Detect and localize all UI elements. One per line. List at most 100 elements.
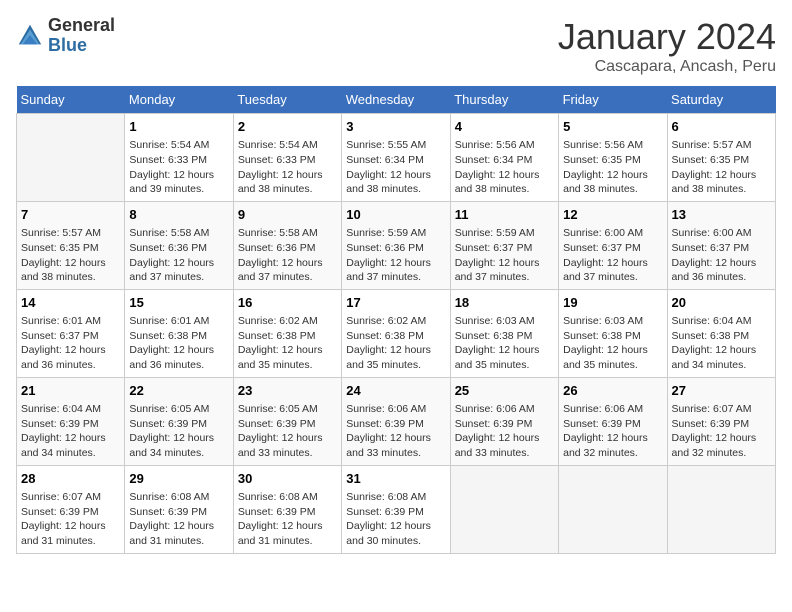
day-info: Sunrise: 6:01 AM [129, 314, 228, 329]
day-info: Daylight: 12 hours [455, 431, 554, 446]
day-info: Daylight: 12 hours [455, 343, 554, 358]
day-number: 22 [129, 382, 228, 400]
day-info: Sunrise: 6:04 AM [21, 402, 120, 417]
day-info: Sunset: 6:36 PM [129, 241, 228, 256]
week-row-1: 1Sunrise: 5:54 AMSunset: 6:33 PMDaylight… [17, 114, 776, 202]
day-info: Sunrise: 5:57 AM [21, 226, 120, 241]
title-block: January 2024 Cascapara, Ancash, Peru [558, 16, 776, 76]
day-info: Daylight: 12 hours [563, 431, 662, 446]
day-number: 18 [455, 294, 554, 312]
day-number: 15 [129, 294, 228, 312]
table-row: 2Sunrise: 5:54 AMSunset: 6:33 PMDaylight… [233, 114, 341, 202]
table-row: 29Sunrise: 6:08 AMSunset: 6:39 PMDayligh… [125, 465, 233, 553]
day-info: and 35 minutes. [346, 358, 445, 373]
table-row: 13Sunrise: 6:00 AMSunset: 6:37 PMDayligh… [667, 201, 775, 289]
day-info: Sunset: 6:38 PM [346, 329, 445, 344]
day-number: 31 [346, 470, 445, 488]
table-row: 6Sunrise: 5:57 AMSunset: 6:35 PMDaylight… [667, 114, 775, 202]
day-info: Sunset: 6:39 PM [346, 417, 445, 432]
table-row: 3Sunrise: 5:55 AMSunset: 6:34 PMDaylight… [342, 114, 450, 202]
day-info: Daylight: 12 hours [455, 256, 554, 271]
day-info: and 37 minutes. [129, 270, 228, 285]
day-info: Sunset: 6:34 PM [455, 153, 554, 168]
day-info: Sunset: 6:35 PM [21, 241, 120, 256]
day-info: and 37 minutes. [563, 270, 662, 285]
table-row: 12Sunrise: 6:00 AMSunset: 6:37 PMDayligh… [559, 201, 667, 289]
table-row: 10Sunrise: 5:59 AMSunset: 6:36 PMDayligh… [342, 201, 450, 289]
table-row: 27Sunrise: 6:07 AMSunset: 6:39 PMDayligh… [667, 377, 775, 465]
table-row: 20Sunrise: 6:04 AMSunset: 6:38 PMDayligh… [667, 289, 775, 377]
day-info: Sunset: 6:36 PM [238, 241, 337, 256]
day-info: Sunset: 6:39 PM [563, 417, 662, 432]
day-info: Daylight: 12 hours [238, 343, 337, 358]
page-header: General Blue January 2024 Cascapara, Anc… [16, 16, 776, 76]
day-info: Sunrise: 6:00 AM [563, 226, 662, 241]
day-info: and 30 minutes. [346, 534, 445, 549]
day-number: 8 [129, 206, 228, 224]
day-info: Sunrise: 5:59 AM [346, 226, 445, 241]
day-info: Sunset: 6:39 PM [21, 417, 120, 432]
day-info: Daylight: 12 hours [672, 168, 771, 183]
day-info: and 34 minutes. [672, 358, 771, 373]
day-number: 7 [21, 206, 120, 224]
logo-icon [16, 22, 44, 50]
day-info: Sunrise: 6:03 AM [563, 314, 662, 329]
day-info: Sunset: 6:37 PM [21, 329, 120, 344]
table-row: 17Sunrise: 6:02 AMSunset: 6:38 PMDayligh… [342, 289, 450, 377]
day-info: Sunrise: 6:02 AM [346, 314, 445, 329]
day-info: and 31 minutes. [129, 534, 228, 549]
day-info: Sunset: 6:33 PM [129, 153, 228, 168]
header-row: Sunday Monday Tuesday Wednesday Thursday… [17, 86, 776, 114]
table-row: 16Sunrise: 6:02 AMSunset: 6:38 PMDayligh… [233, 289, 341, 377]
day-info: Sunrise: 5:54 AM [129, 138, 228, 153]
week-row-4: 21Sunrise: 6:04 AMSunset: 6:39 PMDayligh… [17, 377, 776, 465]
day-info: Daylight: 12 hours [346, 519, 445, 534]
day-info: Sunset: 6:37 PM [563, 241, 662, 256]
day-info: and 38 minutes. [346, 182, 445, 197]
day-info: and 36 minutes. [21, 358, 120, 373]
table-row: 28Sunrise: 6:07 AMSunset: 6:39 PMDayligh… [17, 465, 125, 553]
day-number: 20 [672, 294, 771, 312]
day-info: Sunrise: 6:07 AM [672, 402, 771, 417]
day-info: Sunset: 6:39 PM [672, 417, 771, 432]
day-info: Sunrise: 5:54 AM [238, 138, 337, 153]
day-info: Daylight: 12 hours [346, 168, 445, 183]
day-info: Sunrise: 5:56 AM [455, 138, 554, 153]
table-row: 23Sunrise: 6:05 AMSunset: 6:39 PMDayligh… [233, 377, 341, 465]
month-title: January 2024 [558, 16, 776, 58]
day-info: Daylight: 12 hours [563, 168, 662, 183]
table-row: 1Sunrise: 5:54 AMSunset: 6:33 PMDaylight… [125, 114, 233, 202]
day-info: and 37 minutes. [455, 270, 554, 285]
day-info: and 31 minutes. [21, 534, 120, 549]
day-info: Daylight: 12 hours [563, 343, 662, 358]
col-friday: Friday [559, 86, 667, 114]
day-info: and 35 minutes. [563, 358, 662, 373]
day-info: Daylight: 12 hours [21, 256, 120, 271]
day-info: and 32 minutes. [672, 446, 771, 461]
day-number: 23 [238, 382, 337, 400]
day-info: Sunrise: 6:04 AM [672, 314, 771, 329]
day-info: Sunrise: 6:00 AM [672, 226, 771, 241]
day-info: Daylight: 12 hours [455, 168, 554, 183]
table-row: 19Sunrise: 6:03 AMSunset: 6:38 PMDayligh… [559, 289, 667, 377]
day-info: Sunrise: 6:01 AM [21, 314, 120, 329]
day-number: 9 [238, 206, 337, 224]
day-info: Sunrise: 5:57 AM [672, 138, 771, 153]
day-info: Sunrise: 5:55 AM [346, 138, 445, 153]
week-row-2: 7Sunrise: 5:57 AMSunset: 6:35 PMDaylight… [17, 201, 776, 289]
day-info: Sunset: 6:38 PM [563, 329, 662, 344]
col-saturday: Saturday [667, 86, 775, 114]
day-number: 21 [21, 382, 120, 400]
day-number: 29 [129, 470, 228, 488]
day-info: Sunrise: 6:03 AM [455, 314, 554, 329]
day-info: Sunset: 6:38 PM [129, 329, 228, 344]
day-info: Daylight: 12 hours [238, 256, 337, 271]
day-info: Sunset: 6:35 PM [563, 153, 662, 168]
day-info: and 31 minutes. [238, 534, 337, 549]
table-row: 11Sunrise: 5:59 AMSunset: 6:37 PMDayligh… [450, 201, 558, 289]
table-row: 8Sunrise: 5:58 AMSunset: 6:36 PMDaylight… [125, 201, 233, 289]
table-row: 18Sunrise: 6:03 AMSunset: 6:38 PMDayligh… [450, 289, 558, 377]
day-info: Daylight: 12 hours [672, 256, 771, 271]
day-info: Daylight: 12 hours [238, 168, 337, 183]
table-row: 25Sunrise: 6:06 AMSunset: 6:39 PMDayligh… [450, 377, 558, 465]
